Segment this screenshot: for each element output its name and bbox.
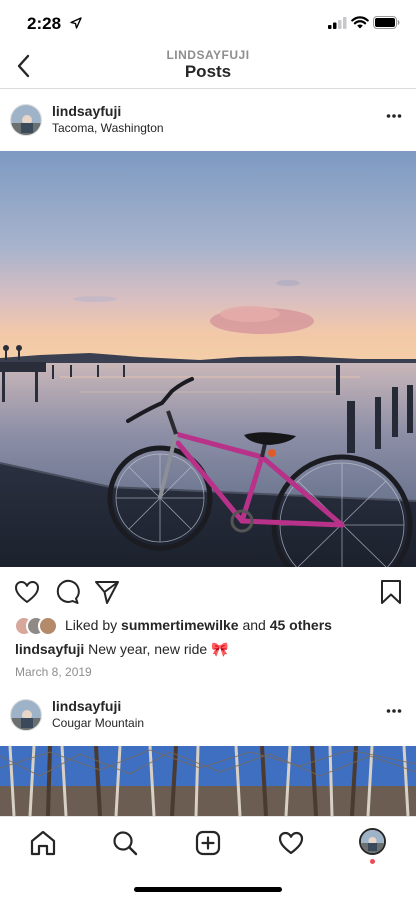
caption-text: New year, new ride 🎀 — [88, 641, 229, 657]
search-icon[interactable] — [111, 829, 139, 857]
home-indicator — [134, 887, 282, 892]
post-header: lindsayfuji Cougar Mountain — [0, 684, 416, 746]
likes-others[interactable]: 45 others — [270, 617, 332, 633]
cellular-signal-icon — [328, 17, 347, 29]
more-dots-icon[interactable] — [386, 708, 402, 714]
page-title: Posts — [184, 62, 232, 81]
caption-username[interactable]: lindsayfuji — [15, 641, 84, 657]
more-dots-icon[interactable] — [386, 113, 402, 119]
bottom-tab-bar — [0, 816, 416, 900]
profile-avatar[interactable] — [359, 828, 386, 855]
wifi-icon — [351, 16, 369, 29]
liker-avatars — [14, 616, 60, 636]
post-photo[interactable] — [0, 746, 416, 816]
post-date: March 8, 2019 — [15, 665, 92, 679]
battery-icon — [373, 16, 400, 29]
liked-by-user[interactable]: summertimewilke — [121, 617, 239, 633]
post-username[interactable]: lindsayfuji — [52, 103, 121, 119]
post-caption: lindsayfuji New year, new ride 🎀 — [15, 641, 229, 658]
notification-dot — [370, 859, 375, 864]
send-icon[interactable] — [94, 579, 120, 605]
post-actions — [0, 567, 416, 615]
comment-icon[interactable] — [54, 579, 80, 605]
location-arrow-icon — [70, 17, 82, 29]
likes-row[interactable]: Liked by summertimewilke and 45 others — [0, 615, 416, 637]
status-bar: 2:28 — [0, 0, 416, 44]
post-photo[interactable] — [0, 151, 416, 567]
heart-icon[interactable] — [14, 579, 40, 605]
likes-text: Liked by summertimewilke and 45 others — [65, 617, 332, 633]
avatar[interactable] — [10, 699, 42, 731]
post-header: lindsayfuji Tacoma, Washington — [0, 89, 416, 151]
navigation-header: LINDSAYFUJI Posts — [0, 44, 416, 89]
home-icon[interactable] — [29, 829, 57, 857]
post-location[interactable]: Tacoma, Washington — [52, 121, 164, 135]
heart-icon[interactable] — [277, 829, 305, 857]
post-username[interactable]: lindsayfuji — [52, 698, 121, 714]
avatar[interactable] — [10, 104, 42, 136]
header-username: LINDSAYFUJI — [166, 48, 250, 62]
post-location[interactable]: Cougar Mountain — [52, 716, 144, 730]
bookmark-icon[interactable] — [378, 579, 404, 605]
add-post-icon[interactable] — [194, 829, 222, 857]
status-time: 2:28 — [27, 14, 62, 33]
